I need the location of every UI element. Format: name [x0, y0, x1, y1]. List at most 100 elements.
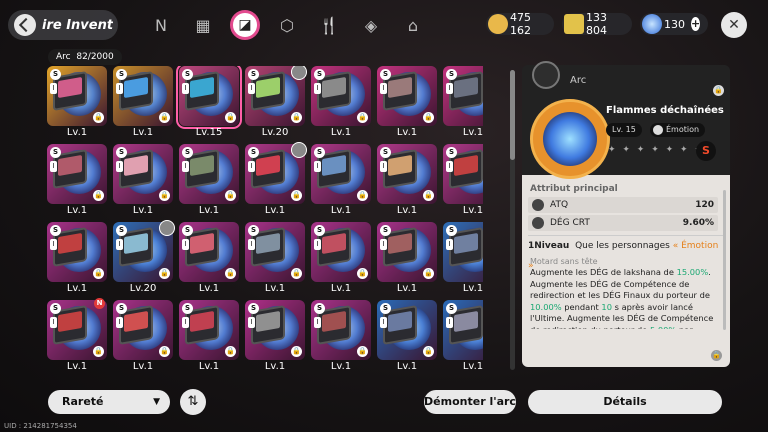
lock-icon[interactable]: 🔒	[291, 346, 302, 357]
grid-scrollbar[interactable]	[510, 70, 515, 370]
lock-icon[interactable]: 🔒	[357, 112, 368, 123]
item-level: Lv. 15	[606, 123, 642, 137]
lock-icon[interactable]: 🔒	[159, 112, 170, 123]
sort-order-button[interactable]: ⇅	[180, 389, 206, 415]
inventory-count: Arc 82/2000	[48, 49, 122, 65]
arc-item-card[interactable]: SI🔒Lv.1	[179, 222, 239, 296]
detail-scrollbar[interactable]	[723, 190, 726, 330]
arc-item-card[interactable]: SI🔒Lv.1	[443, 300, 483, 374]
lock-icon[interactable]: 🔒	[159, 190, 170, 201]
arc-item-card[interactable]: SI🔒Lv.1	[377, 66, 437, 140]
arc-item-card[interactable]: S I 🔒 Lv.15	[176, 66, 242, 140]
lock-icon[interactable]: 🔒	[225, 346, 236, 357]
lock-icon[interactable]: 🔒	[291, 268, 302, 279]
main-attribute-title: Attribut principal	[530, 184, 618, 194]
tab-home-icon[interactable]: ⌂	[392, 9, 434, 41]
title-pill[interactable]: ire Invent	[8, 10, 118, 40]
arc-item-card[interactable]: SI🔒Lv.1	[443, 66, 483, 140]
arc-item-art: SI🔒	[47, 66, 107, 126]
item-level: Lv.20	[261, 127, 289, 138]
lock-icon[interactable]: 🔒	[225, 268, 236, 279]
close-button[interactable]: ✕	[721, 12, 747, 38]
item-portrait	[530, 99, 610, 179]
arc-item-art: SI🔒	[443, 300, 483, 360]
item-level: Lv.1	[264, 205, 286, 216]
sort-rarity-dropdown[interactable]: Rareté ▼	[48, 390, 170, 414]
rank-icon: S	[446, 147, 457, 158]
arc-item-card[interactable]: SI🔒Lv.1	[245, 300, 305, 374]
lock-icon[interactable]: 🔒	[357, 268, 368, 279]
arc-item-card[interactable]: SI🔒Lv.1	[179, 300, 239, 374]
lock-icon[interactable]: 🔒	[291, 112, 302, 123]
scroll-thumb[interactable]	[510, 70, 515, 160]
arc-item-art: SI🔒	[176, 66, 242, 129]
stat-label: ATQ	[550, 200, 569, 210]
lock-icon[interactable]: 🔒	[159, 268, 170, 279]
arc-item-art: SI🔒	[311, 66, 371, 126]
arc-item-card[interactable]: SI🔒Lv.1	[311, 300, 371, 374]
arc-item-card[interactable]: SI🔒Lv.1	[113, 300, 173, 374]
tier-icon: I	[50, 239, 57, 250]
desc-text: par	[676, 325, 693, 330]
lock-icon[interactable]: 🔒	[423, 346, 434, 357]
detail-lock-icon[interactable]: 🔒	[711, 350, 722, 361]
item-level: Lv.1	[330, 361, 352, 372]
arc-item-card[interactable]: SI🔒Lv.1	[377, 300, 437, 374]
arc-item-card[interactable]: S I 🔒 Lv.20	[113, 220, 175, 296]
arc-item-card[interactable]: SI🔒Lv.1	[47, 222, 107, 296]
tier-icon: I	[116, 317, 123, 328]
ticket-amount: 133 804	[586, 11, 607, 37]
lock-icon[interactable]: 🔒	[93, 190, 104, 201]
lock-icon[interactable]: 🔒	[225, 112, 236, 123]
item-level: Lv.1	[330, 283, 352, 294]
lock-icon[interactable]: 🔒	[291, 190, 302, 201]
tab-box-icon[interactable]: ◈	[350, 9, 392, 41]
lock-icon[interactable]: 🔒	[93, 112, 104, 123]
stat-row-atq: ATQ 120	[528, 197, 718, 213]
arc-item-card[interactable]: S I 🔒 N Lv.1	[47, 298, 107, 374]
arc-item-card[interactable]: SI🔒Lv.1	[311, 222, 371, 296]
arc-item-card[interactable]: SI🔒Lv.1	[113, 66, 173, 140]
arc-item-card[interactable]: SI🔒Lv.1	[311, 144, 371, 218]
arc-item-card[interactable]: SI🔒Lv.1	[47, 66, 107, 140]
tab-disk-icon[interactable]: ◪	[224, 9, 266, 41]
arc-item-art: SI🔒	[245, 300, 305, 360]
tab-cube-icon[interactable]: ⬡	[266, 9, 308, 41]
lock-icon[interactable]: 🔒	[225, 190, 236, 201]
lock-icon[interactable]: 🔒	[93, 346, 104, 357]
lock-icon[interactable]: 🔒	[357, 190, 368, 201]
arc-item-card[interactable]: SI🔒Lv.1	[245, 222, 305, 296]
crystal-icon	[642, 14, 662, 34]
rank-icon: S	[116, 69, 127, 80]
lock-icon[interactable]: 🔒	[423, 112, 434, 123]
stat-value: 120	[695, 200, 714, 210]
item-level: Lv.1	[462, 283, 483, 294]
rank-icon: S	[50, 69, 61, 80]
back-arrow-icon[interactable]	[14, 14, 36, 36]
arc-item-card[interactable]: SI🔒Lv.1	[377, 222, 437, 296]
arc-item-card[interactable]: SI🔒Lv.1	[245, 142, 307, 218]
arc-item-card[interactable]: SI🔒Lv.1	[311, 66, 371, 140]
add-crystal-button[interactable]: +	[691, 17, 701, 31]
lock-icon[interactable]: 🔒	[357, 346, 368, 357]
tab-food-icon[interactable]: 🍴	[308, 9, 350, 41]
lock-icon[interactable]: 🔒	[423, 268, 434, 279]
arc-item-art: SI🔒	[47, 222, 107, 282]
rank-icon: S	[314, 69, 325, 80]
arc-item-card[interactable]: SI🔒Lv.1	[113, 144, 173, 218]
arc-item-card[interactable]: SI🔒Lv.1	[377, 144, 437, 218]
arc-item-card[interactable]: SI🔒Lv.1	[47, 144, 107, 218]
arc-item-card[interactable]: SI🔒Lv.1	[179, 144, 239, 218]
lock-icon[interactable]: 🔒	[159, 346, 170, 357]
arc-item-card[interactable]: S I 🔒 Lv.20	[245, 66, 307, 140]
lock-icon[interactable]: 🔒	[423, 190, 434, 201]
arc-item-card[interactable]: SI🔒Lv.1	[443, 222, 483, 296]
lock-toggle-icon[interactable]: 🔒	[713, 85, 724, 96]
tab-device-icon[interactable]: ▦	[182, 9, 224, 41]
lock-icon[interactable]: 🔒	[93, 268, 104, 279]
tab-n-icon[interactable]: N	[140, 9, 182, 41]
dismantle-button[interactable]: Démonter l'arc	[424, 390, 516, 414]
details-button[interactable]: Détails	[528, 390, 722, 414]
rank-icon: S	[116, 303, 127, 314]
arc-item-card[interactable]: SI🔒Lv.1	[443, 144, 483, 218]
